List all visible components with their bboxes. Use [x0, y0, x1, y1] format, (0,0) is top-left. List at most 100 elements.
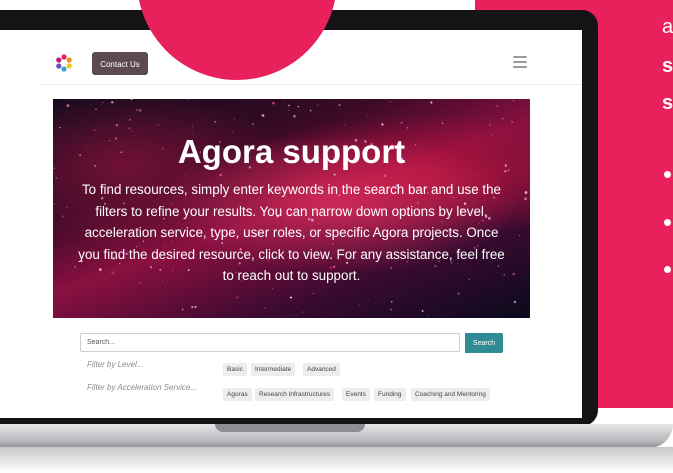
filter-chip-events[interactable]: Events	[342, 388, 370, 401]
sparkle-dot	[287, 109, 290, 112]
sparkle-dot	[316, 103, 319, 105]
sparkle-dot	[59, 126, 61, 129]
sparkle-dot	[406, 127, 408, 129]
sparkle-dot	[511, 121, 513, 123]
filter-chip-coaching-and-mentoring[interactable]: Coaching and Mentoring	[411, 388, 490, 401]
sparkle-dot	[194, 305, 197, 308]
sparkle-dot	[272, 102, 275, 105]
sparkle-dot	[457, 292, 460, 295]
sparkle-dot	[381, 123, 384, 126]
search-button[interactable]: Search	[465, 333, 503, 353]
sparkle-dot	[400, 121, 403, 124]
filter-chip-funding[interactable]: Funding	[374, 388, 406, 401]
sparkle-dot	[524, 197, 527, 201]
sparkle-dot	[295, 315, 297, 316]
filter-chip-agoras[interactable]: Agoras	[223, 388, 252, 401]
sparkle-dot	[61, 215, 65, 218]
laptop-screen: Contact Us Agora support To find resourc…	[0, 30, 582, 418]
sparkle-dot	[430, 101, 433, 104]
sparkle-dot	[343, 124, 345, 126]
sparkle-dot	[502, 117, 504, 120]
sparkle-dot	[138, 109, 142, 112]
sparkle-dot	[272, 288, 274, 290]
filter-level-field[interactable]: Filter by Level...	[87, 360, 143, 369]
sparkle-dot	[421, 310, 424, 312]
sparkle-dot	[496, 105, 499, 108]
sparkle-dot	[187, 99, 190, 100]
sparkle-dot	[293, 114, 296, 118]
sparkle-dot	[383, 174, 387, 177]
sparkle-dot	[55, 176, 58, 179]
sparkle-dot	[524, 191, 528, 194]
sparkle-dot	[297, 105, 300, 108]
sparkle-dot	[519, 234, 521, 236]
hamburger-menu-icon[interactable]	[513, 56, 527, 68]
sparkle-dot	[288, 104, 290, 107]
sparkle-dot	[428, 315, 430, 317]
laptop-shadow	[0, 447, 673, 473]
filter-chip-research-infrastructures[interactable]: Research Infrastructures	[255, 388, 335, 401]
promo-bullet	[664, 266, 671, 273]
filter-chip-intermediate[interactable]: Intermediate	[251, 363, 296, 376]
sparkle-dot	[219, 173, 223, 177]
filter-acceleration-field[interactable]: Filter by Acceleration Service...	[87, 383, 197, 392]
sparkle-dot	[53, 203, 56, 205]
sparkle-dot	[282, 100, 284, 102]
hero-description: To find resources, simply enter keywords…	[78, 182, 505, 283]
sparkle-dot	[513, 300, 517, 304]
sparkle-dot	[364, 100, 366, 102]
sparkle-dot	[375, 302, 377, 303]
sparkle-dot	[512, 272, 516, 276]
sparkle-dot	[97, 127, 99, 129]
sparkle-dot	[122, 311, 123, 313]
sparkle-dot	[264, 307, 266, 309]
sparkle-dot	[476, 173, 478, 175]
sparkle-dot	[366, 114, 368, 116]
sparkle-dot	[74, 266, 77, 268]
search-input[interactable]	[80, 333, 460, 352]
sparkle-dot	[333, 173, 336, 176]
sparkle-dot	[129, 118, 131, 121]
sparkle-dot	[181, 308, 184, 311]
sparkle-dot	[66, 104, 70, 107]
sparkle-dot	[312, 292, 314, 294]
sparkle-dot	[185, 174, 187, 176]
sparkle-dot	[128, 127, 131, 130]
sparkle-dot	[390, 300, 393, 303]
sparkle-dot	[236, 296, 239, 299]
sparkle-dot	[95, 108, 97, 111]
sparkle-dot	[192, 125, 194, 127]
sparkle-dot	[390, 308, 393, 311]
sparkle-dot	[309, 109, 312, 112]
sparkle-dot	[369, 299, 371, 301]
sparkle-dot	[441, 122, 444, 124]
sparkle-dot	[337, 121, 339, 123]
contact-us-button[interactable]: Contact Us	[92, 52, 148, 75]
sparkle-dot	[528, 101, 530, 103]
promo-bullet	[664, 171, 671, 178]
sparkle-dot	[66, 207, 68, 209]
sparkle-dot	[191, 305, 194, 309]
sparkle-dot	[111, 101, 114, 104]
sparkle-dot	[389, 101, 391, 103]
sparkle-dot	[525, 242, 526, 244]
sparkle-dot	[251, 123, 254, 126]
filter-chip-basic[interactable]: Basic	[223, 363, 247, 376]
sparkle-dot	[359, 304, 361, 306]
sparkle-dot	[338, 104, 341, 107]
sparkle-dot	[423, 300, 424, 301]
flower-logo-icon[interactable]	[54, 53, 74, 73]
promo-text-line-3: s	[662, 92, 673, 114]
sparkle-dot	[214, 120, 217, 123]
promo-text-line-2: s	[662, 55, 673, 77]
filter-chip-advanced[interactable]: Advanced	[303, 363, 340, 376]
sparkle-dot	[92, 113, 93, 115]
sparkle-dot	[130, 99, 133, 101]
sparkle-dot	[261, 114, 265, 117]
promo-bullet	[664, 219, 671, 226]
promo-text-line-1: a	[662, 16, 673, 38]
sparkle-dot	[488, 123, 491, 126]
sparkle-dot	[102, 102, 104, 103]
sparkle-dot	[233, 117, 236, 120]
sparkle-dot	[512, 99, 515, 102]
